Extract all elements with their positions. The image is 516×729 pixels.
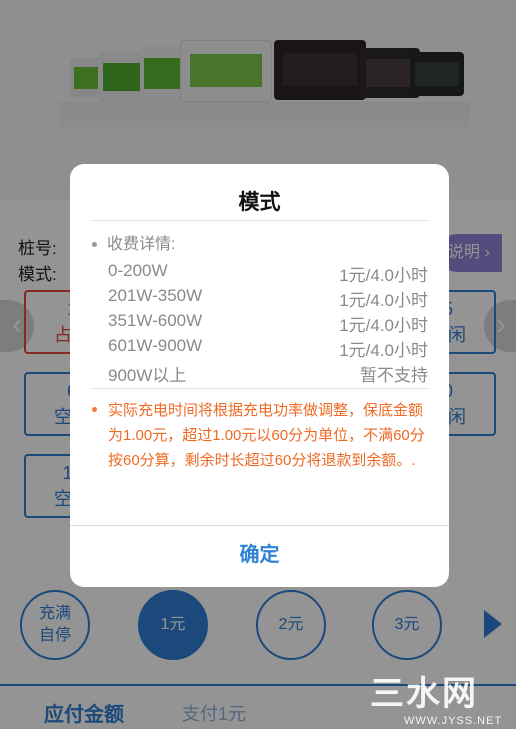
site-watermark: 三水网 WWW.JYSS.NET [370,666,502,727]
power-range: 0-200W [108,261,168,280]
charging-note-text: 实际充电时间将根据充电功率做调整，保底金额为1.00元，超过1.00元以60分为… [108,402,425,469]
power-range: 201W-350W [108,286,203,305]
mode-dialog: 模式 收费详情: 0-200W 1元/4.0小时 201W-350W 1元/4.… [70,164,449,587]
fee-row: 351W-600W 1元/4.0小时 [108,311,428,335]
fee-details-heading: 收费详情: [92,230,175,254]
power-range: 900W以上 [108,366,187,385]
fee-row: 900W以上 暂不支持 [108,361,428,385]
fee-price: 1元/4.0小时 [339,291,428,310]
power-range: 601W-900W [108,336,203,355]
watermark-url: WWW.JYSS.NET [404,715,503,727]
fee-price: 暂不支持 [360,366,428,385]
fee-price: 1元/4.0小时 [339,341,428,360]
divider [90,388,428,389]
power-range: 351W-600W [108,311,203,330]
fee-price: 1元/4.0小时 [339,266,428,285]
fee-row: 201W-350W 1元/4.0小时 [108,286,428,310]
bullet-icon [92,407,97,412]
dialog-title: 模式 [238,191,281,214]
fee-row: 601W-900W 1元/4.0小时 [108,336,428,360]
fee-price: 1元/4.0小时 [339,316,428,335]
watermark-logo-text: 三水网 [370,675,478,713]
charging-note: 实际充电时间将根据充电功率做调整，保底金额为1.00元，超过1.00元以60分为… [92,398,430,473]
fee-row: 0-200W 1元/4.0小时 [108,261,428,285]
bullet-icon [92,242,97,248]
divider [90,220,428,221]
confirm-button[interactable]: 确定 [70,526,449,587]
